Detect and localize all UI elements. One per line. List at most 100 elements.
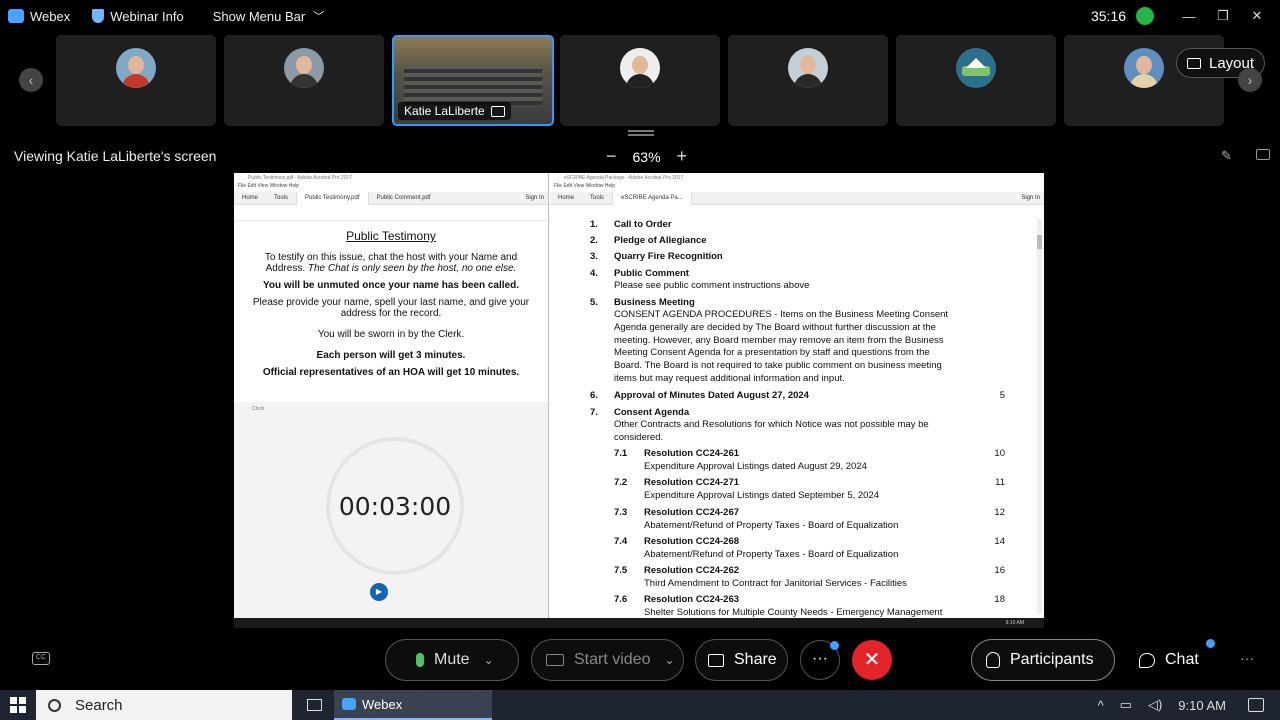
participant-name-pill: Katie LaLiberte [398,102,511,120]
chevron-down-icon[interactable]: ⌄ [664,653,674,667]
subitem-number: 7.6 [614,594,628,605]
subitem-number: 7.2 [614,477,628,488]
subitem-title: Resolution CC24-262 [644,565,740,576]
tab-home[interactable]: Home [550,195,582,201]
item-description: CONSENT AGENDA PROCEDURES - Items on the… [614,309,949,384]
agenda-pdf-window: eSCRIBE Agenda Package - Adobe Acrobat P… [550,173,1044,618]
tab-escribe-agenda[interactable]: eSCRIBE Agenda Pa... [612,191,692,205]
zoom-in-button[interactable]: + [677,146,688,167]
more-right-button[interactable]: ··· [1240,650,1254,666]
window-title: Public Testimony.pdf - Adobe Acrobat Pro… [248,175,353,181]
clock-window: Clock 00:03:00 [234,402,549,618]
leave-meeting-button[interactable]: ✕ [852,640,892,680]
restore-button[interactable]: ❐ [1206,8,1240,24]
item-title: Quarry Fire Recognition [614,251,723,262]
start-video-button[interactable]: Start video ⌄ [531,639,684,681]
share-icon [708,653,724,667]
item-number: 4. [590,268,598,279]
tab-tools[interactable]: Tools [582,195,612,201]
filmstrip-prev-button[interactable]: ‹ [19,68,43,92]
item-title: Consent Agenda [614,407,690,418]
subitem-description: Abatement/Refund of Property Taxes - Boa… [644,520,899,531]
mute-button[interactable]: Mute ⌄ [385,639,519,681]
windows-logo-icon [10,697,26,713]
page-number: 5 [999,390,1005,401]
timer-play-button[interactable]: ▶ [370,583,388,601]
subitem-description: Expenditure Approval Listings dated Augu… [644,461,867,472]
shared-screen: Public Testimony.pdf - Adobe Acrobat Pro… [234,173,1044,628]
notifications-icon[interactable] [1248,698,1264,712]
chevron-down-icon[interactable]: ⌄ [484,653,494,667]
taskbar-webex[interactable]: Webex [334,690,492,720]
task-view-icon [306,699,322,711]
chat-notification-dot [1206,639,1215,648]
subitem-title: Resolution CC24-261 [644,448,740,459]
hoa-notice: Official representatives of an HOA will … [262,367,520,378]
share-button[interactable]: Share [695,639,788,681]
notification-dot [830,641,839,650]
network-stats-icon[interactable] [1136,7,1154,25]
item-description: Other Contracts and Resolutions for whic… [614,419,929,443]
filmstrip-next-button[interactable]: › [1238,68,1262,92]
app-menu[interactable]: Webex [8,9,70,24]
share-label: Share [734,651,777,668]
search-placeholder: Search [75,696,123,714]
item-title: Call to Order [614,219,672,230]
start-button[interactable] [0,690,36,720]
page-number: 18 [994,594,1005,605]
volume-icon[interactable]: ◁) [1148,697,1162,713]
item-title: Pledge of Allegiance [614,235,707,246]
participant-tile[interactable] [728,35,888,126]
system-tray: ^ ▭ ◁) 9:10 AM [1090,690,1280,720]
subitem-title: Resolution CC24-263 [644,594,740,605]
tray-expand-icon[interactable]: ^ [1098,698,1104,713]
item-number: 6. [590,390,598,401]
item-title: Business Meeting [614,297,695,308]
filmstrip-resize-handle[interactable] [628,130,654,136]
item-title: Public Comment [614,268,689,279]
chat-icon [1139,652,1155,668]
countdown-time: 00:03:00 [338,492,452,521]
tab-home[interactable]: Home [234,195,266,201]
subitem-number: 7.3 [614,507,628,518]
subitem-description: Expenditure Approval Listings dated Sept… [644,490,880,501]
zoom-out-button[interactable]: − [606,146,617,167]
meeting-timer: 35:16 [1090,8,1126,24]
subitem-number: 7.4 [614,536,628,547]
taskbar-webex-label: Webex [362,696,403,712]
participant-tile[interactable] [224,35,384,126]
agenda-scrollbar[interactable] [1037,219,1042,614]
item-title: Approval of Minutes Dated August 27, 202… [614,390,809,401]
taskbar-search[interactable]: Search [36,690,292,720]
close-window-button[interactable]: ✕ [1240,8,1274,24]
layout-icon [1187,57,1201,69]
taskbar-clock[interactable]: 9:10 AM [1178,698,1226,713]
unmute-notice: You will be unmuted once your name has b… [263,280,519,291]
participant-tile[interactable] [896,35,1056,126]
webinar-info-button[interactable]: Webinar Info [92,9,184,24]
sign-in-link[interactable]: Sign In [1013,195,1044,201]
tab-public-testimony[interactable]: Public Testimony.pdf [296,191,369,205]
chat-button[interactable]: Chat [1139,651,1199,669]
sign-in-link[interactable]: Sign In [517,195,548,201]
participant-tile-active[interactable]: Katie LaLiberte [392,35,554,126]
popout-icon[interactable] [1256,149,1270,160]
network-icon[interactable]: ▭ [1120,697,1132,713]
show-menu-bar-button[interactable]: Show Menu Bar ﹀ [213,8,325,24]
subitem-number: 7.1 [614,448,628,459]
subitem-description: Shelter Solutions for Multiple County Ne… [644,607,943,618]
participant-tile[interactable] [560,35,720,126]
task-view-button[interactable] [296,690,332,720]
subitem-number: 7.5 [614,565,628,576]
subitem-title: Resolution CC24-267 [644,507,740,518]
windows-taskbar: Search Webex ^ ▭ ◁) 9:10 AM [0,690,1280,720]
annotate-icon[interactable]: ✎ [1221,148,1237,163]
minimize-button[interactable]: — [1172,9,1206,24]
tab-public-comment[interactable]: Public Comment.pdf [369,195,439,201]
participant-name: Katie LaLiberte [404,104,485,118]
meeting-controls: Mute ⌄ Start video ⌄ Share ··· ✕ Partici… [0,639,1280,681]
participant-tile[interactable] [56,35,216,126]
testimony-title: Public Testimony [346,229,436,243]
participants-button[interactable]: Participants [971,639,1115,681]
tab-tools[interactable]: Tools [266,195,296,201]
